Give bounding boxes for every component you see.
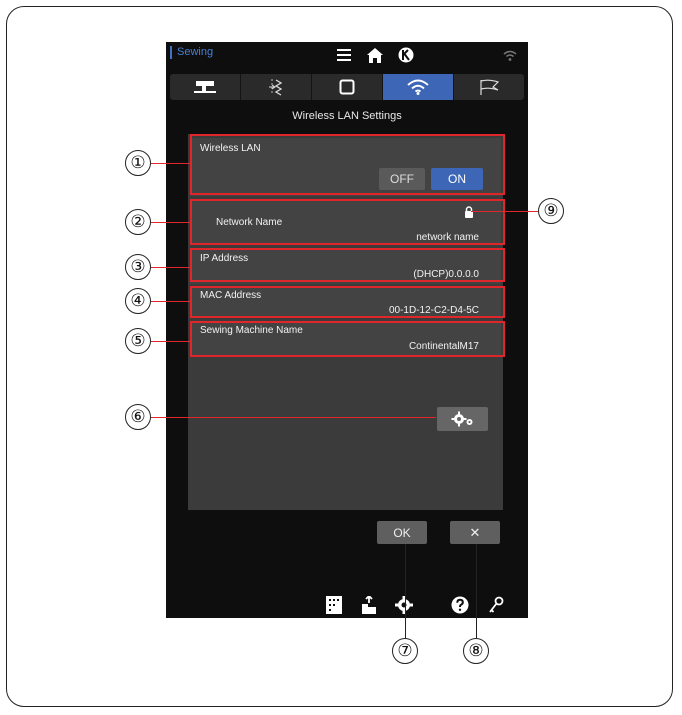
app-label: Sewing (170, 46, 213, 59)
ok-button[interactable]: OK (377, 521, 427, 544)
sewing-machine-icon (194, 81, 216, 93)
hoop-icon (339, 79, 355, 95)
leader-line-5 (151, 341, 190, 342)
wifi-status-icon (500, 45, 520, 65)
settings-gear-icon[interactable] (392, 593, 416, 617)
tab-sewing[interactable] (170, 74, 241, 100)
callout-number-2: ② (125, 209, 151, 235)
callout-frame-ip-address (190, 248, 505, 282)
leader-line-6 (151, 417, 436, 418)
callout-number-3: ③ (125, 254, 151, 280)
gears-icon (451, 411, 472, 427)
cancel-button[interactable]: ✕ (450, 521, 500, 544)
stitch-pattern-icon (269, 79, 283, 96)
callout-frame-mac-address (190, 286, 505, 318)
callout-number-9: ⑨ (538, 198, 564, 224)
callout-frame-network-name (190, 199, 505, 245)
leader-line-8 (476, 544, 477, 639)
wifi-icon (407, 79, 429, 95)
callout-number-1: ① (125, 150, 151, 176)
callout-number-7: ⑦ (392, 638, 418, 664)
flag-icon (480, 79, 499, 95)
tab-wireless[interactable] (383, 74, 454, 100)
callout-frame-machine-name (190, 321, 505, 357)
callout-number-8: ⑧ (463, 638, 489, 664)
leader-line-1 (151, 163, 190, 164)
leader-line-2 (151, 222, 190, 223)
menu-icon[interactable] (334, 45, 354, 65)
tab-language[interactable] (454, 74, 524, 100)
home-icon[interactable] (365, 45, 385, 65)
save-export-icon[interactable] (357, 593, 381, 617)
tab-embroidery[interactable] (312, 74, 383, 100)
leader-line-9 (471, 211, 538, 212)
status-bar: Sewing (166, 42, 528, 68)
callout-frame-wireless-lan (190, 134, 505, 195)
leader-line-3 (151, 267, 190, 268)
callout-number-5: ⑤ (125, 328, 151, 354)
stitch-chart-icon[interactable] (322, 593, 346, 617)
mode-tabs (170, 74, 524, 100)
brand-logo-icon (396, 45, 416, 65)
page-title: Wireless LAN Settings (292, 110, 402, 122)
leader-line-4 (151, 301, 190, 302)
callout-number-4: ④ (125, 288, 151, 314)
help-icon[interactable] (448, 593, 472, 617)
leader-line-7 (405, 544, 406, 639)
tab-stitch[interactable] (241, 74, 312, 100)
advanced-settings-button[interactable] (437, 407, 488, 431)
key-icon[interactable] (484, 593, 508, 617)
callout-number-6: ⑥ (125, 404, 151, 430)
